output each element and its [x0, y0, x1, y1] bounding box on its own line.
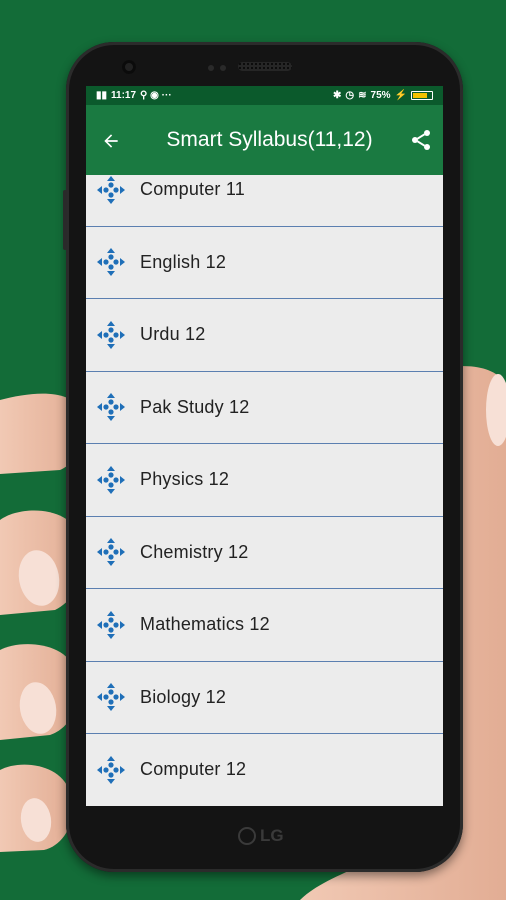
move-arrows-icon	[97, 683, 125, 712]
sensor-dot	[220, 65, 226, 71]
list-item-label: English 12	[140, 251, 227, 272]
share-icon	[412, 130, 430, 150]
lg-logo: LG	[238, 826, 284, 846]
list-item-label: Biology 12	[140, 686, 227, 707]
status-time: 11:17	[111, 90, 137, 101]
list-item-label: Urdu 12	[140, 324, 206, 345]
phone-bezel-bottom	[86, 806, 443, 826]
list-item-label: Physics 12	[140, 469, 230, 490]
move-arrows-icon	[97, 755, 125, 784]
list-item[interactable]: Urdu 12	[86, 299, 443, 372]
move-arrows-icon	[97, 465, 125, 494]
phone-side-button	[63, 190, 67, 250]
notification-icons: ⚲ ◉ ···	[140, 90, 172, 101]
move-arrows-icon	[97, 248, 125, 277]
subject-list: Computer 11 English 12 Urdu 12 Pak Study…	[86, 175, 443, 810]
move-arrows-icon	[97, 175, 125, 204]
move-arrows-icon	[97, 538, 125, 567]
list-item[interactable]: Chemistry 12	[86, 516, 443, 589]
app-title: Smart Syllabus(11,12)	[166, 128, 373, 151]
move-arrows-icon	[97, 610, 125, 639]
battery-percent: 75%	[370, 90, 391, 101]
move-arrows-icon	[97, 320, 125, 349]
app-bar: Smart Syllabus(11,12)	[86, 105, 443, 175]
bluetooth-icon: ✱	[333, 90, 342, 101]
move-arrows-icon	[97, 393, 125, 422]
wifi-icon: ≋	[358, 90, 367, 101]
list-item-label: Chemistry 12	[140, 541, 249, 562]
charging-icon: ⚡	[394, 90, 407, 101]
battery-icon	[411, 91, 433, 100]
list-item-label: Mathematics 12	[140, 614, 270, 635]
list-item[interactable]: Mathematics 12	[86, 589, 443, 662]
signal-icon: ▮▮	[96, 90, 108, 101]
list-item[interactable]: Pak Study 12	[86, 371, 443, 444]
list-item[interactable]: Physics 12	[86, 444, 443, 517]
list-item-label: Pak Study 12	[140, 396, 250, 417]
sensor-dot	[208, 65, 214, 71]
list-item[interactable]: Computer 11	[86, 175, 443, 227]
list-item-label: Computer 11	[140, 179, 245, 200]
share-button[interactable]	[399, 128, 443, 152]
front-camera	[122, 60, 136, 74]
earpiece-speaker	[238, 62, 292, 71]
list-item-label: Computer 12	[140, 759, 247, 780]
status-bar: ▮▮ 11:17 ⚲ ◉ ··· ✱ ◷ ≋ 75% ⚡	[86, 86, 443, 105]
back-button[interactable]	[86, 105, 136, 175]
list-item[interactable]: Computer 12	[86, 734, 443, 807]
arrow-left-icon	[104, 134, 118, 148]
alarm-icon: ◷	[345, 90, 355, 101]
list-item[interactable]: English 12	[86, 226, 443, 299]
list-item[interactable]: Biology 12	[86, 661, 443, 734]
phone-screen: ▮▮ 11:17 ⚲ ◉ ··· ✱ ◷ ≋ 75% ⚡ Smart Sylla…	[86, 86, 443, 810]
